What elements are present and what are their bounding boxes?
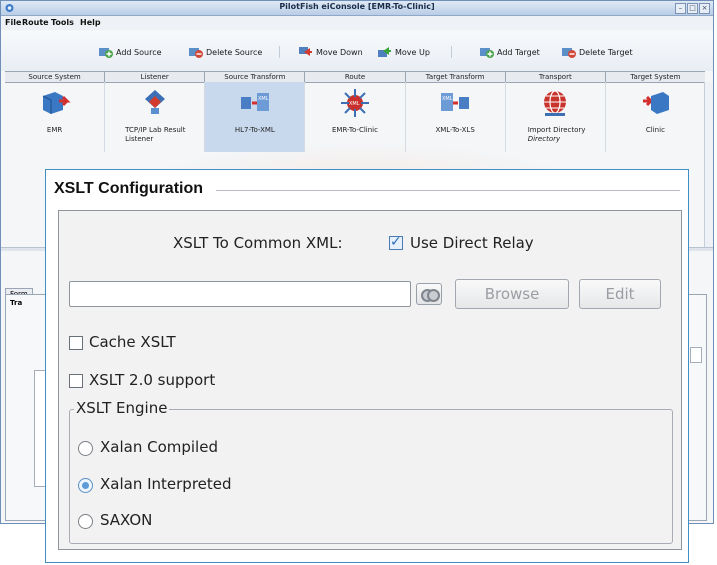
move-up-button[interactable]: Move Up — [377, 44, 430, 60]
stage-source-system[interactable]: EMR — [5, 82, 106, 152]
minimize-icon[interactable]: – — [675, 3, 686, 14]
section-label: Tra — [10, 299, 23, 307]
xalan-interpreted-label[interactable]: Xalan Interpreted — [100, 475, 232, 493]
xslt-engine-group: XSLT Engine Xalan Compiled Xalan Interpr… — [69, 399, 673, 544]
stage-label: TCP/IP Lab Result Listener — [125, 126, 186, 143]
xalan-compiled-label[interactable]: Xalan Compiled — [100, 438, 218, 456]
browse-button[interactable]: Browse — [455, 279, 569, 309]
stage-header-source-transform[interactable]: Source Transform — [205, 72, 306, 82]
stage-label: EMR — [46, 126, 63, 134]
side-field[interactable] — [690, 347, 702, 363]
stage-header-transport[interactable]: Transport — [506, 72, 606, 82]
heading-rule — [216, 190, 680, 191]
cache-xslt-checkbox[interactable] — [69, 336, 83, 350]
title-bar: PilotFish eiConsole [EMR-To-Clinic] – □ … — [1, 1, 713, 16]
radio-saxon[interactable] — [78, 514, 93, 529]
move-down-label: Move Down — [316, 47, 363, 57]
stage-label: Clinic — [645, 126, 665, 134]
bottom-tab-strip: Form — [5, 281, 33, 299]
stage-route[interactable]: XML EMR-To-Clinic — [305, 82, 406, 152]
delete-source-label: Delete Source — [206, 47, 263, 57]
xslt2-support-checkbox[interactable] — [69, 374, 83, 388]
add-source-button[interactable]: Add Source — [98, 44, 162, 60]
close-icon[interactable]: × — [699, 3, 710, 14]
xslt-path-input[interactable] — [69, 281, 411, 307]
stage-header-route[interactable]: Route — [305, 72, 406, 82]
svg-text:XML: XML — [349, 101, 360, 107]
move-down-button[interactable]: Move Down — [298, 44, 363, 60]
use-direct-relay-label[interactable]: Use Direct Relay — [410, 234, 534, 252]
stage-header-listener[interactable]: Listener — [105, 72, 206, 82]
xslt-to-common-label: XSLT To Common XML: — [173, 234, 343, 252]
stage-label: Import Directory Directory — [528, 126, 601, 144]
svg-text:XML: XML — [442, 96, 453, 102]
cache-xslt-label[interactable]: Cache XSLT — [89, 333, 176, 351]
toolbar: Add Source Delete Source Move Down Move … — [1, 31, 713, 71]
stage-header-target-transform[interactable]: Target Transform — [406, 72, 506, 82]
add-target-button[interactable]: Add Target — [479, 44, 540, 60]
menu-help[interactable]: Help — [80, 18, 101, 27]
stage-label: HL7-To-XML — [234, 126, 275, 134]
stage-listener[interactable]: TCP/IP Lab Result Listener — [105, 82, 206, 152]
menu-bar: File Route Tools Help — [1, 16, 713, 30]
delete-source-icon — [189, 48, 203, 58]
xslt-configuration-panel: XSLT Configuration XSLT To Common XML: U… — [45, 169, 689, 563]
maximize-icon[interactable]: □ — [687, 3, 698, 14]
transport-name: Import Directory — [527, 126, 586, 134]
stage-target-system[interactable]: Clinic — [606, 82, 705, 152]
delete-target-button[interactable]: Delete Target — [561, 44, 633, 60]
move-up-label: Move Up — [395, 47, 430, 57]
stage-row: EMR TCP/IP Lab Result Listener XML HL7-T… — [5, 82, 705, 152]
source-system-icon — [42, 92, 71, 114]
add-source-icon — [99, 48, 113, 58]
svg-text:XML: XML — [258, 96, 269, 102]
link-toggle-button[interactable] — [416, 283, 442, 305]
add-target-icon — [480, 48, 494, 58]
xslt-engine-legend: XSLT Engine — [74, 399, 170, 417]
stage-transport[interactable]: Import Directory Directory — [506, 82, 606, 152]
menu-tools[interactable]: Tools — [51, 18, 74, 27]
xslt2-support-label[interactable]: XSLT 2.0 support — [89, 371, 215, 389]
stage-header-target-system[interactable]: Target System — [606, 72, 705, 82]
stage-target-transform[interactable]: XML XML-To-XLS — [406, 82, 506, 152]
stage-header-source-system[interactable]: Source System — [5, 72, 106, 82]
menu-route[interactable]: Route — [22, 18, 49, 27]
radio-xalan-compiled[interactable] — [78, 441, 93, 456]
toolbar-separator — [279, 46, 280, 58]
panel-title: XSLT Configuration — [54, 180, 208, 198]
delete-target-icon — [562, 48, 576, 58]
edit-button[interactable]: Edit — [579, 279, 661, 309]
stage-label: EMR-To-Clinic — [332, 126, 378, 134]
xslt-settings-frame: XSLT To Common XML: Use Direct Relay Bro… — [58, 210, 682, 550]
menu-file[interactable]: File — [5, 18, 21, 27]
window-title: PilotFish eiConsole [EMR-To-Clinic] — [279, 2, 435, 11]
source-transform-icon: XML — [240, 93, 269, 111]
transport-sub-label: Directory — [527, 135, 561, 143]
radio-xalan-interpreted[interactable] — [78, 478, 93, 493]
delete-target-label: Delete Target — [579, 47, 633, 57]
use-direct-relay-checkbox[interactable] — [389, 234, 403, 250]
target-system-icon — [643, 92, 670, 114]
move-down-icon — [299, 47, 312, 56]
route-icon: XML — [340, 89, 369, 117]
add-source-label: Add Source — [116, 47, 162, 57]
move-up-icon — [378, 47, 391, 57]
target-transform-icon: XML — [441, 93, 470, 111]
stage-source-transform[interactable]: XML HL7-To-XML — [205, 82, 306, 152]
add-target-label: Add Target — [497, 47, 540, 57]
listener-icon — [144, 90, 165, 114]
transport-icon — [544, 90, 567, 116]
toolbar-separator — [451, 46, 452, 58]
stage-label: XML-To-XLS — [435, 126, 475, 134]
saxon-label[interactable]: SAXON — [100, 511, 152, 529]
stage-scrollbar[interactable] — [704, 82, 713, 247]
delete-source-button[interactable]: Delete Source — [188, 44, 262, 60]
